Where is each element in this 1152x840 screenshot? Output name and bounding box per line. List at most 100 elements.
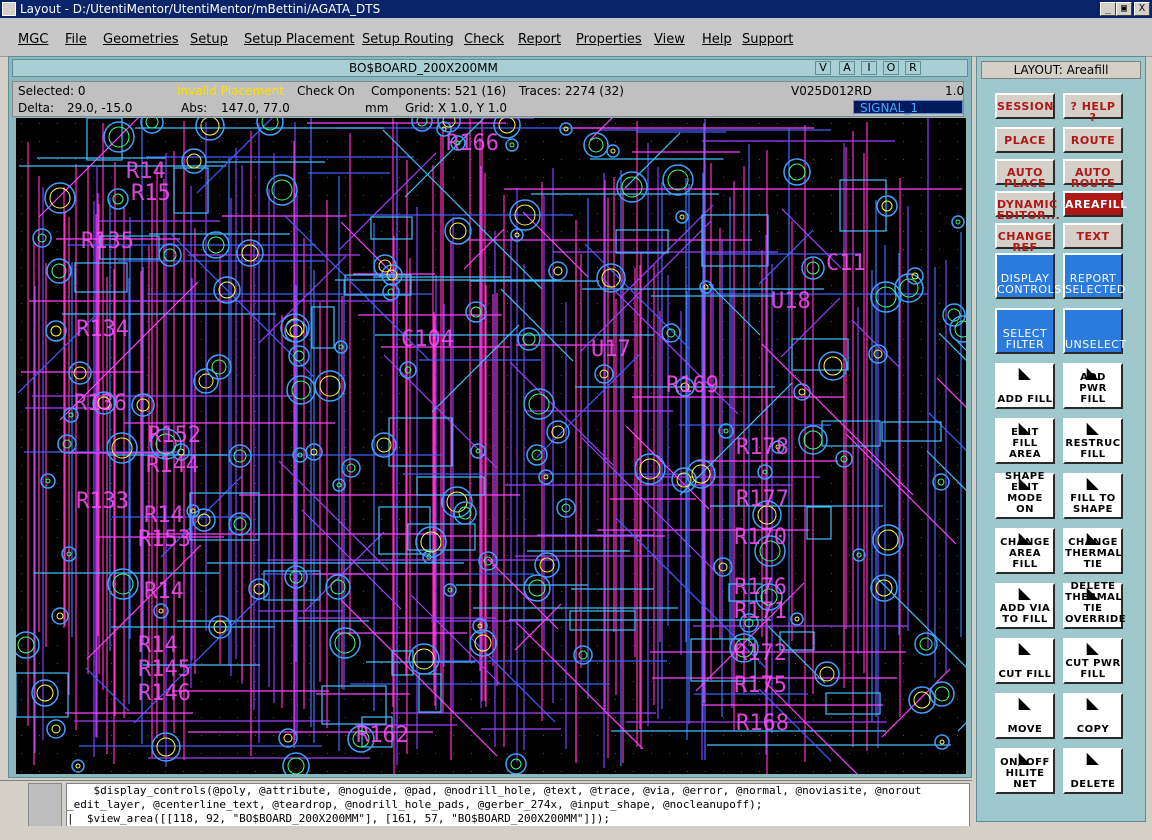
cut-fill-icon: ◣ [1018,638,1032,657]
command-gutter [28,783,62,827]
menu-properties[interactable]: Properties [576,32,642,47]
select-filter-label: SELECT FILTER [1002,327,1048,351]
refdes-label: R168 [736,711,789,736]
refdes-label: R133 [76,489,129,514]
menu-setup[interactable]: Setup [190,32,228,47]
title-bar: Layout - D:/UtentiMentor/UtentiMentor/mB… [0,0,1152,18]
grid-label: Grid: X 1.0, Y 1.0 [405,101,508,115]
cut-pwr-fill-button[interactable]: CUT PWR FILL ◣ [1063,638,1123,684]
shape-edit-mode-on-button[interactable]: SHAPE EDIT MODE ON ◣ [995,471,1055,519]
view-a-button[interactable]: A [839,61,855,75]
session-button[interactable]: SESSION [995,93,1055,119]
refdes-label: R14 [138,633,178,658]
refdes-label: U18 [771,289,811,314]
refdes-label: R172 [734,641,787,666]
menu-file[interactable]: File [65,32,87,47]
refdes-label: R170 [734,525,787,550]
window-title: Layout - D:/UtentiMentor/UtentiMentor/mB… [20,2,381,16]
select-filter-button[interactable]: SELECT FILTER [995,308,1055,354]
menu-geometries[interactable]: Geometries [103,32,179,47]
refdes-label: R145 [138,657,191,682]
restruc-fill-button[interactable]: RESTRUC FILL ◣ [1063,418,1123,464]
move-label: MOVE [1007,724,1043,735]
place-button[interactable]: PLACE [995,127,1055,153]
refdes-label: R14 [144,579,184,604]
pcb-canvas[interactable]: R166 R14 R15 R135 R134 C104 U17 R169 U18 C11 R136 R… [16,118,966,774]
view-v-button[interactable]: V [815,61,831,75]
selected-count: Selected: 0 [18,84,86,98]
auto-place-button[interactable]: AUTO PLACE [995,159,1055,189]
app-icon[interactable] [2,2,16,16]
change-ref-button[interactable]: CHANGE REF [995,223,1055,253]
text-button[interactable]: TEXT [1063,223,1123,249]
text-label: TEXT [1076,230,1110,243]
cut-pwr-fill-label: CUT PWR FILL [1065,658,1121,680]
help-button[interactable]: ? HELP ? [1063,93,1123,123]
report-selected-label: REPORT SELECTED [1065,272,1126,296]
refdes-label: R146 [138,681,191,706]
menu-help[interactable]: Help [702,32,732,47]
abs-label: Abs: [181,101,208,115]
change-thermal-tie-button[interactable]: CHANGE THERMAL TIE ◣ [1063,528,1123,574]
fill-to-shape-icon: ◣ [1086,473,1100,492]
display-controls-button[interactable]: DISPLAY CONTROLS [995,253,1061,299]
add-fill-button[interactable]: ADD FILL ◣ [995,363,1055,409]
copy-icon: ◣ [1086,693,1100,712]
view-r-button[interactable]: R [905,61,921,75]
menu-check[interactable]: Check [464,32,504,47]
abs-value: 147.0, 77.0 [221,101,290,115]
refdes-label: R134 [76,317,129,342]
active-layer[interactable]: SIGNAL_1 [853,100,963,115]
command-area: $display_controls(@poly, @attribute, @no… [0,780,972,827]
panel-header: LAYOUT: Areafill [981,61,1141,79]
edit-fill-area-button[interactable]: EDIT FILL AREA ◣ [995,418,1055,464]
command-history[interactable]: $display_controls(@poly, @attribute, @no… [66,783,970,827]
on-off-hilite-net-button[interactable]: ON/ OFF HILITE NET ◣ [995,748,1055,794]
change-area-fill-button[interactable]: CHANGE AREA FILL ◣ [995,528,1055,574]
refdes-label: R136 [74,391,127,416]
version-label: V025D012RD [791,84,872,98]
menu-setup-placement[interactable]: Setup Placement [244,32,355,47]
change-ref-label: CHANGE REF [997,230,1053,254]
copy-button[interactable]: COPY ◣ [1063,693,1123,739]
invalid-placement: Invalid Placement [177,84,284,98]
areafill-label: AREAFILL [1065,198,1128,211]
menu-view[interactable]: View [654,32,685,47]
restruc-fill-icon: ◣ [1086,418,1100,437]
unselect-button[interactable]: UNSELECT [1063,308,1126,354]
view-i-button[interactable]: I [861,61,877,75]
fill-to-shape-button[interactable]: FILL TO SHAPE ◣ [1063,473,1123,519]
areafill-button[interactable]: AREAFILL [1063,191,1127,217]
add-fill-icon: ◣ [1018,363,1032,382]
report-selected-button[interactable]: REPORT SELECTED [1063,253,1126,299]
maximize-button[interactable]: ▣ [1116,2,1132,16]
command-line: _edit_layer, @centerline_text, @teardrop… [67,798,763,811]
cut-fill-button[interactable]: CUT FILL ◣ [995,638,1055,684]
move-icon: ◣ [1018,693,1032,712]
auto-route-button[interactable]: AUTO ROUTE [1063,159,1123,189]
add-via-to-fill-button[interactable]: ADD VIA TO FILL ◣ [995,583,1055,629]
delete-button[interactable]: DELETE ◣ [1063,748,1123,794]
components-count: Components: 521 (16) [371,84,507,98]
status-panel: Selected: 0 Invalid Placement Check On C… [12,81,964,117]
refdes-label: R176 [734,575,787,600]
route-button[interactable]: ROUTE [1063,127,1123,153]
refdes-label: C11 [826,251,866,276]
delete-thermal-tie-override-button[interactable]: DELETE THERMAL TIE OVERRIDE ◣ [1063,581,1126,629]
close-button[interactable]: X [1134,2,1150,16]
menu-support[interactable]: Support [742,32,793,47]
move-button[interactable]: MOVE ◣ [995,693,1055,739]
refdes-label: R144 [146,453,199,478]
view-o-button[interactable]: O [883,61,899,75]
auto-place-label: AUTO PLACE [1004,166,1046,190]
add-pwr-fill-button[interactable]: ADD PWR FILL ◣ [1063,363,1123,409]
refdes-label: R175 [734,673,787,698]
add-via-to-fill-icon: ◣ [1018,583,1032,602]
menu-report[interactable]: Report [518,32,561,47]
menu-mgc[interactable]: MGC [18,32,48,47]
menu-setup-routing[interactable]: Setup Routing [362,32,454,47]
dynamic-editor-label: DYNAMIC EDITOR... [997,198,1061,222]
refdes-label: R15 [131,181,171,206]
dynamic-editor-button[interactable]: DYNAMIC EDITOR... [995,191,1060,221]
minimize-button[interactable]: _ [1100,2,1116,16]
